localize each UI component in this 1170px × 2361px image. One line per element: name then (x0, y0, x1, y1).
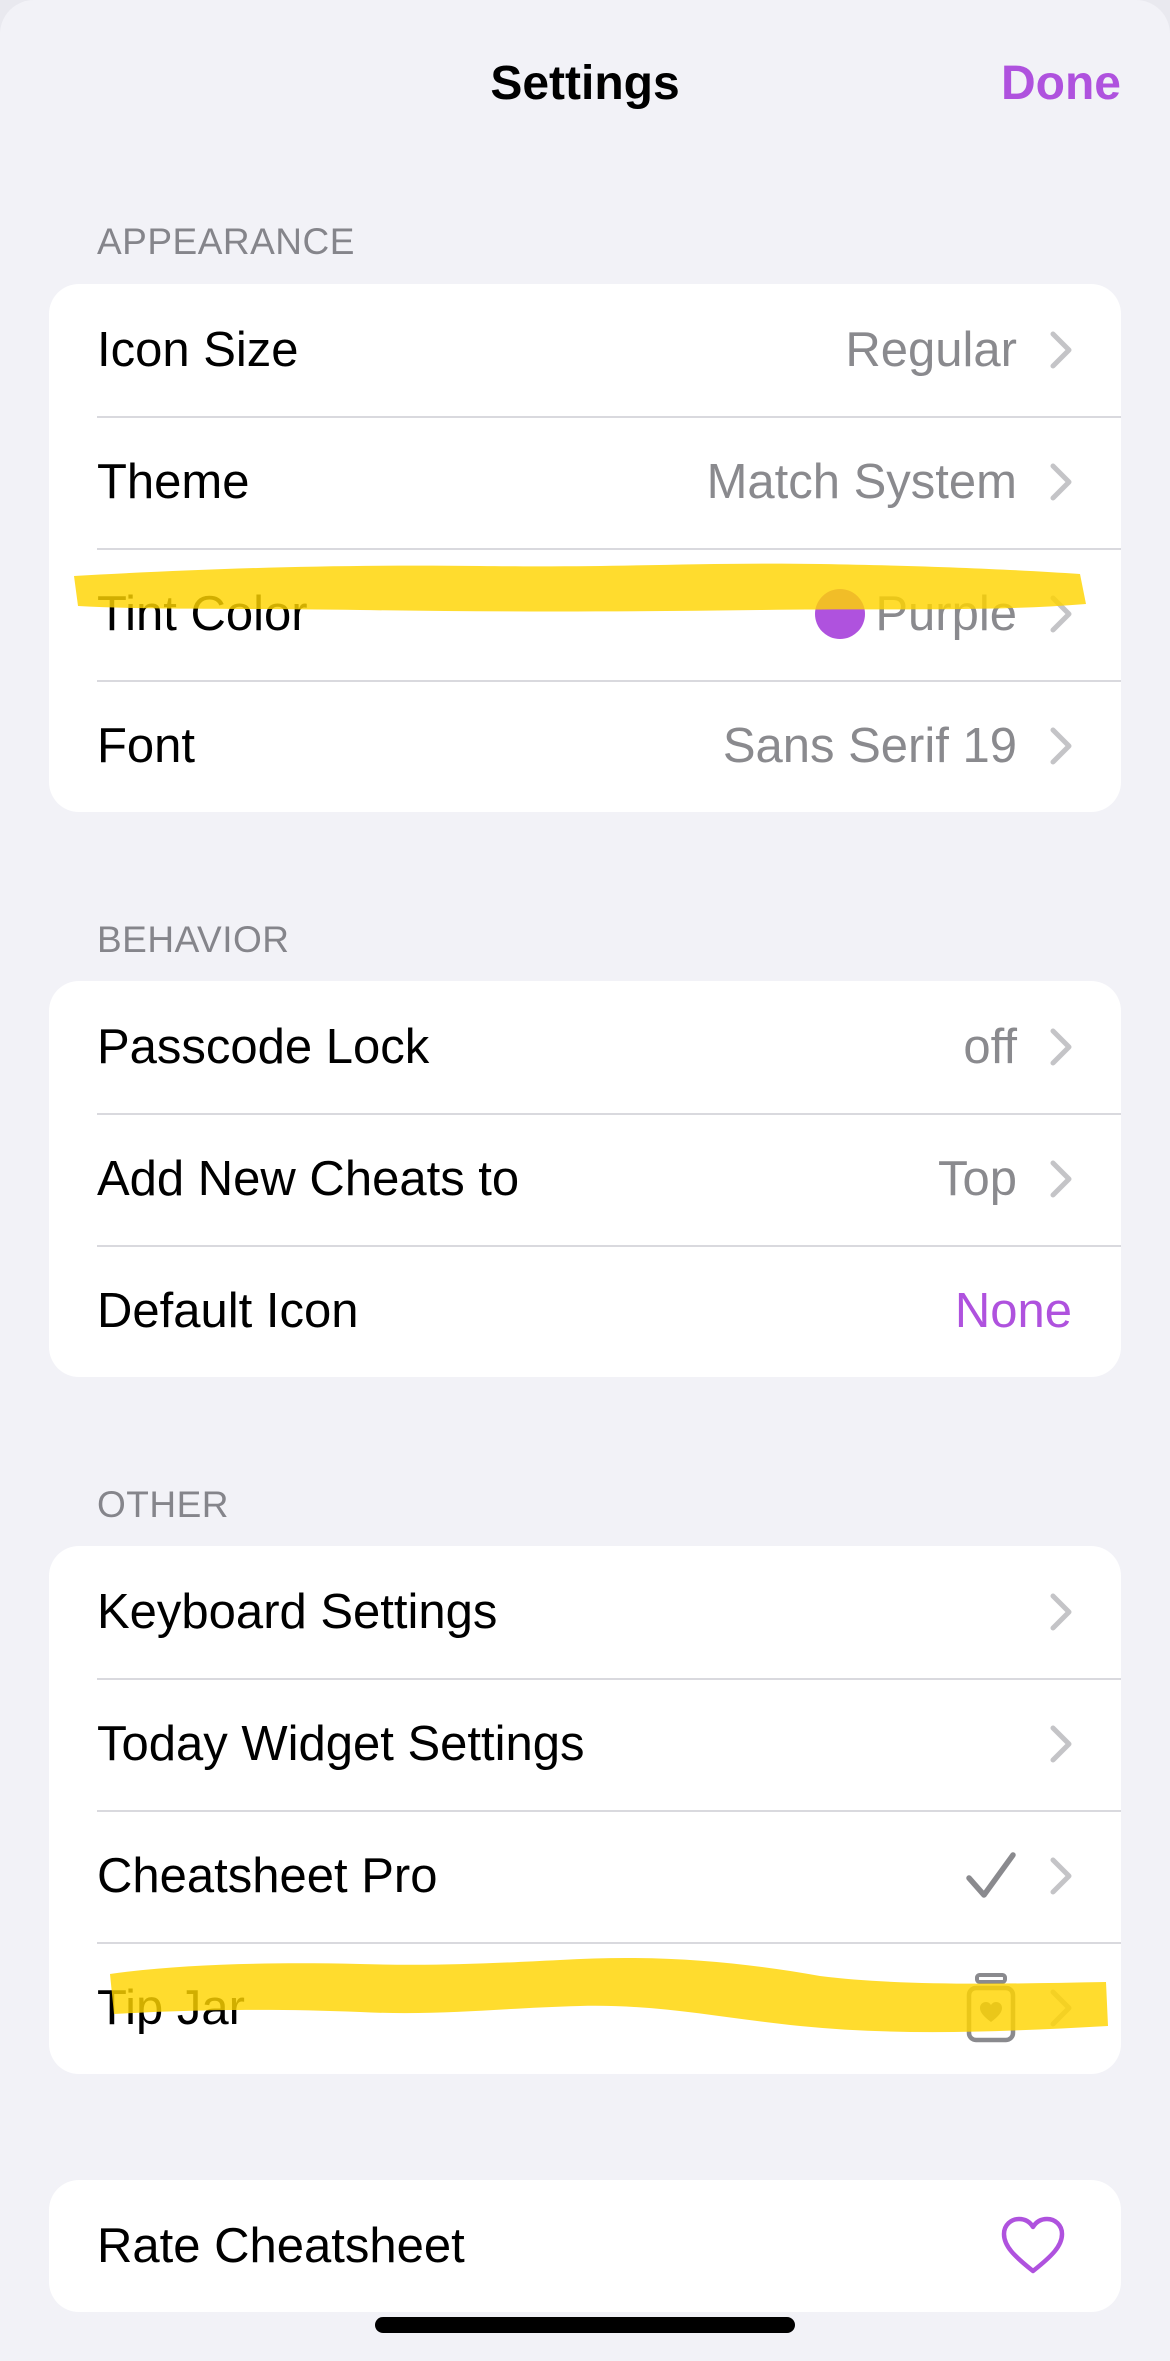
settings-sheet: Settings Done APPEARANCE Icon Size Regul… (0, 0, 1170, 2361)
tip-jar-row[interactable]: Tip Jar (49, 1942, 1121, 2074)
behavior-group: Passcode Lock off Add New Cheats to Top … (49, 981, 1121, 1377)
page-title: Settings (490, 57, 680, 110)
tint-color-row[interactable]: Tint Color Purple (49, 548, 1121, 680)
add-new-cheats-row[interactable]: Add New Cheats to Top (49, 1113, 1121, 1245)
row-label: Rate Cheatsheet (97, 2219, 465, 2273)
today-widget-settings-row[interactable]: Today Widget Settings (49, 1678, 1121, 1810)
done-button[interactable]: Done (1001, 50, 1121, 118)
chevron-right-icon (1045, 1854, 1077, 1898)
passcode-lock-row[interactable]: Passcode Lock off (49, 981, 1121, 1113)
appearance-group: Icon Size Regular Theme Match System Tin… (49, 284, 1121, 812)
row-value: Purple (875, 587, 1017, 641)
section-header-behavior: BEHAVIOR (97, 919, 290, 960)
row-label: Passcode Lock (97, 1020, 430, 1074)
row-label: Icon Size (97, 323, 299, 377)
row-label: Today Widget Settings (97, 1717, 585, 1771)
keyboard-settings-row[interactable]: Keyboard Settings (49, 1546, 1121, 1678)
row-value: Sans Serif 19 (722, 719, 1017, 773)
default-icon-row[interactable]: Default Icon None (49, 1245, 1121, 1377)
theme-row[interactable]: Theme Match System (49, 416, 1121, 548)
home-indicator[interactable] (375, 2317, 795, 2333)
rate-group: Rate Cheatsheet (49, 2180, 1121, 2312)
row-value: off (963, 1020, 1017, 1074)
font-row[interactable]: Font Sans Serif 19 (49, 680, 1121, 812)
chevron-right-icon (1045, 1025, 1077, 1069)
tip-jar-icon (965, 1972, 1017, 2044)
row-value: Top (937, 1152, 1017, 1206)
color-swatch (815, 589, 865, 639)
icon-size-row[interactable]: Icon Size Regular (49, 284, 1121, 416)
other-group: Keyboard Settings Today Widget Settings … (49, 1546, 1121, 2074)
chevron-right-icon (1045, 1722, 1077, 1766)
chevron-right-icon (1045, 460, 1077, 504)
section-header-appearance: APPEARANCE (97, 221, 355, 262)
chevron-right-icon (1045, 724, 1077, 768)
chevron-right-icon (1045, 1157, 1077, 1201)
default-icon-value[interactable]: None (955, 1281, 1072, 1341)
chevron-right-icon (1045, 592, 1077, 636)
row-label: Theme (97, 455, 250, 509)
row-label: Default Icon (97, 1284, 359, 1338)
chevron-right-icon (1045, 1590, 1077, 1634)
row-label: Tint Color (97, 587, 308, 641)
row-label: Keyboard Settings (97, 1585, 498, 1639)
section-header-other: OTHER (97, 1484, 229, 1525)
row-label: Tip Jar (97, 1981, 245, 2035)
chevron-right-icon (1045, 328, 1077, 372)
chevron-right-icon (1045, 1986, 1077, 2030)
row-label: Font (97, 719, 196, 773)
checkmark-icon (965, 1850, 1017, 1902)
rate-cheatsheet-row[interactable]: Rate Cheatsheet (49, 2180, 1121, 2312)
row-value: Regular (845, 323, 1017, 377)
heart-icon (1000, 2216, 1066, 2276)
row-label: Cheatsheet Pro (97, 1849, 438, 1903)
row-value: Match System (706, 455, 1017, 509)
row-label: Add New Cheats to (97, 1152, 520, 1206)
cheatsheet-pro-row[interactable]: Cheatsheet Pro (49, 1810, 1121, 1942)
